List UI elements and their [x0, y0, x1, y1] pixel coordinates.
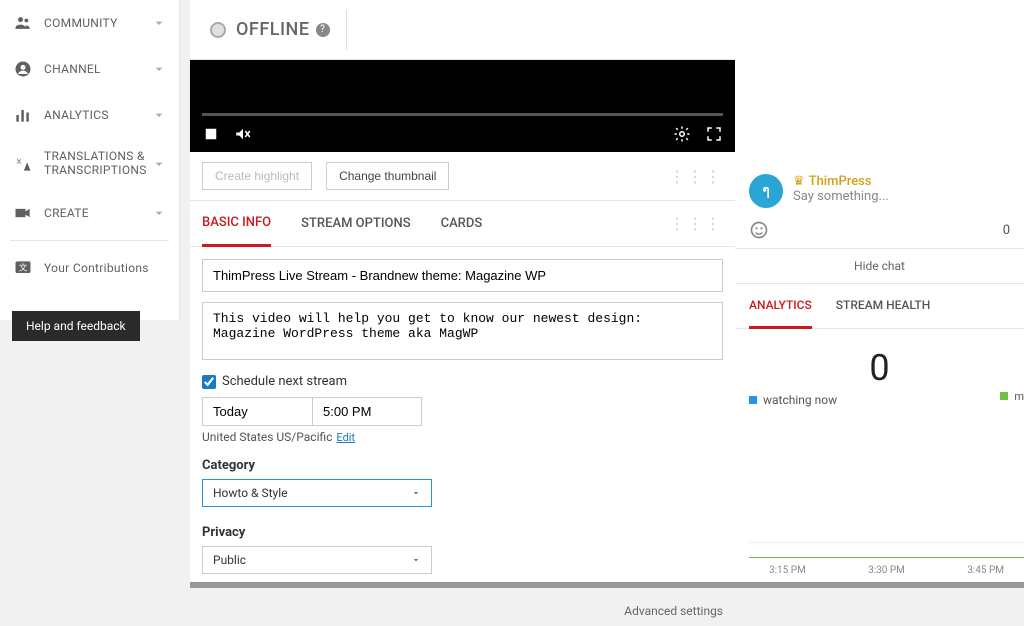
crown-icon: ♛: [793, 174, 805, 189]
chat-input[interactable]: Say something...: [793, 189, 889, 204]
edit-timezone-link[interactable]: Edit: [336, 431, 355, 444]
hide-chat-button[interactable]: Hide chat: [735, 249, 1024, 284]
schedule-label: Schedule next stream: [222, 374, 347, 389]
tab-analytics[interactable]: ANALYTICS: [749, 284, 812, 329]
chart-ticks: 3:15 PM 3:30 PM 3:45 PM: [749, 565, 1024, 576]
sidebar: Community Channel Analytics Translations…: [0, 0, 180, 320]
sidebar-item-community[interactable]: Community: [0, 0, 179, 46]
category-value: Howto & Style: [213, 486, 288, 500]
analytics-chart: 3:15 PM 3:30 PM 3:45 PM: [749, 542, 1024, 572]
advanced-settings-link[interactable]: Advanced settings: [190, 604, 735, 626]
chat-compose: ๆ ♛ ThimPress Say something...: [735, 160, 1024, 216]
create-highlight-button: Create highlight: [202, 162, 312, 190]
translate-icon: [12, 153, 34, 175]
status-dot-icon: [210, 22, 226, 38]
description-input[interactable]: This video will help you get to know our…: [202, 302, 723, 360]
tab-basic-info[interactable]: BASIC INFO: [202, 201, 271, 247]
thumbnail-row: Create highlight Change thumbnail ⋮⋮⋮: [190, 152, 735, 201]
chevron-down-icon: [151, 15, 167, 31]
stream-header: OFFLINE ?: [190, 0, 735, 60]
drag-handle-icon[interactable]: ⋮⋮⋮: [669, 167, 723, 186]
sidebar-item-channel[interactable]: Channel: [0, 46, 179, 92]
privacy-select[interactable]: Public: [202, 546, 432, 574]
main-panel: OFFLINE ? Create highlight Change thumbn…: [190, 0, 735, 588]
timezone-text: United States US/PacificEdit: [202, 430, 723, 444]
sidebar-item-label: Analytics: [44, 108, 151, 122]
drag-handle-icon[interactable]: ⋮⋮⋮: [669, 214, 723, 233]
caret-down-icon: [411, 488, 421, 498]
right-tabs: ANALYTICS STREAM HEALTH: [735, 284, 1024, 329]
privacy-value: Public: [213, 553, 246, 567]
emoji-icon[interactable]: [749, 220, 769, 240]
mute-icon[interactable]: [234, 125, 252, 143]
chat-username: ThimPress: [809, 174, 872, 189]
change-thumbnail-button[interactable]: Change thumbnail: [326, 162, 449, 190]
title-input[interactable]: [202, 259, 723, 292]
camera-icon: [12, 202, 34, 224]
user-circle-icon: [12, 58, 34, 80]
sidebar-item-label: Create: [44, 206, 151, 220]
schedule-time-input[interactable]: [312, 397, 422, 426]
chevron-down-icon: [151, 156, 167, 172]
privacy-label: Privacy: [202, 525, 723, 540]
watching-legend: watching now: [735, 389, 1024, 411]
divider: [10, 240, 169, 241]
right-panel: ๆ ♛ ThimPress Say something... 0 Hide cha…: [735, 0, 1024, 588]
legend-swatch-icon: [749, 396, 757, 404]
watching-count: 0: [735, 347, 1024, 389]
chevron-down-icon: [151, 61, 167, 77]
sidebar-item-create[interactable]: Create: [0, 190, 179, 236]
sidebar-item-label: Your Contributions: [44, 261, 167, 275]
caret-down-icon: [411, 555, 421, 565]
stream-status: OFFLINE: [236, 19, 310, 40]
help-icon[interactable]: ?: [316, 23, 330, 37]
sidebar-item-label: Community: [44, 16, 151, 30]
avatar: ๆ: [749, 174, 783, 208]
bars-icon: [12, 104, 34, 126]
legend-swatch-icon: [1000, 392, 1008, 400]
schedule-checkbox-row[interactable]: Schedule next stream: [202, 374, 723, 389]
m-legend: m: [1000, 390, 1024, 403]
tab-cards[interactable]: CARDS: [441, 202, 483, 245]
translate-alt-icon: 文: [12, 257, 34, 279]
category-label: Category: [202, 458, 723, 473]
video-player[interactable]: [190, 60, 735, 152]
stop-icon[interactable]: [202, 125, 220, 143]
sidebar-item-translations[interactable]: Translations & Transcriptions: [0, 138, 179, 190]
schedule-date-input[interactable]: [202, 397, 312, 426]
svg-text:文: 文: [19, 262, 28, 273]
info-tabs: BASIC INFO STREAM OPTIONS CARDS ⋮⋮⋮: [190, 201, 735, 247]
help-feedback-button[interactable]: Help and feedback: [12, 311, 140, 341]
people-icon: [12, 12, 34, 34]
chart-line: [749, 557, 1024, 558]
sidebar-item-label: Channel: [44, 62, 151, 76]
chevron-down-icon: [151, 107, 167, 123]
sidebar-item-contributions[interactable]: 文 Your Contributions: [0, 245, 179, 291]
basic-info-form: This video will help you get to know our…: [190, 247, 735, 604]
category-select[interactable]: Howto & Style: [202, 479, 432, 507]
schedule-checkbox[interactable]: [202, 375, 216, 389]
chevron-down-icon: [151, 205, 167, 221]
divider: [346, 10, 347, 50]
chat-char-count: 0: [1003, 223, 1010, 238]
fullscreen-icon[interactable]: [705, 125, 723, 143]
sidebar-item-analytics[interactable]: Analytics: [0, 92, 179, 138]
tab-stream-options[interactable]: STREAM OPTIONS: [301, 202, 410, 245]
bottom-divider: [190, 582, 1024, 588]
gear-icon[interactable]: [673, 125, 691, 143]
sidebar-item-label: Translations & Transcriptions: [44, 150, 151, 178]
tab-stream-health[interactable]: STREAM HEALTH: [836, 284, 930, 328]
